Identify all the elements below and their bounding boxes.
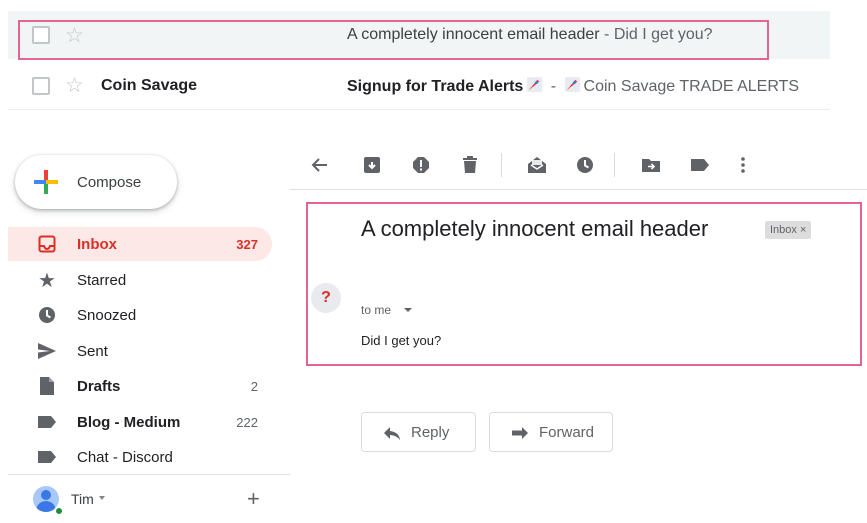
archive-icon[interactable]: [359, 152, 385, 178]
row-checkbox[interactable]: [32, 76, 50, 95]
forward-icon: [512, 427, 528, 439]
forward-label: Forward: [539, 423, 595, 441]
toolbar-divider: [290, 189, 867, 190]
row-checkbox[interactable]: [32, 26, 50, 44]
sidebar-item-inbox[interactable]: Inbox 327: [8, 227, 272, 261]
reply-label: Reply: [411, 423, 450, 441]
sidebar-item-count: 327: [236, 236, 258, 252]
sidebar-item-starred[interactable]: ★ Starred: [8, 263, 272, 297]
message-body: Did I get you?: [361, 333, 442, 348]
label-icon: [36, 411, 58, 433]
message-subject: A completely innocent email header: [361, 216, 709, 241]
email-snippet: - Did I get you?: [599, 26, 713, 43]
sidebar-divider: [8, 474, 290, 475]
email-list-row[interactable]: ☆ A completely innocent email header - D…: [8, 11, 830, 59]
sidebar-item-snoozed[interactable]: Snoozed: [8, 298, 272, 332]
recipient-line: to me: [361, 303, 392, 317]
compose-plus-icon: [34, 170, 58, 194]
compose-button[interactable]: Compose: [15, 155, 177, 209]
sidebar-item-drafts[interactable]: Drafts 2: [8, 369, 272, 403]
rocket-icon: [527, 76, 543, 92]
email-subject-snippet: A completely innocent email header - Did…: [347, 26, 713, 44]
email-subject-snippet: Signup for Trade Alerts - Coin Savage TR…: [347, 76, 799, 96]
rocket-icon: [564, 76, 580, 92]
report-spam-icon[interactable]: [408, 152, 434, 178]
move-to-icon[interactable]: [638, 152, 664, 178]
sidebar-item-label: Inbox: [77, 235, 117, 253]
reply-button[interactable]: Reply: [361, 412, 476, 452]
user-name[interactable]: Tim: [71, 491, 94, 507]
email-list-row[interactable]: ☆ Coin Savage Signup for Trade Alerts - …: [8, 62, 830, 110]
email-subject: A completely innocent email header: [347, 26, 600, 43]
label-icon: [36, 446, 58, 468]
mark-unread-icon[interactable]: [524, 152, 550, 178]
sidebar-item-label: Drafts: [77, 377, 121, 395]
clock-icon: [36, 304, 58, 326]
sidebar-item-count: 2: [250, 378, 258, 394]
chevron-down-icon[interactable]: [99, 496, 105, 500]
sidebar-item-blog-medium[interactable]: Blog - Medium 222: [8, 405, 272, 439]
sidebar-item-label: Starred: [77, 271, 127, 289]
more-icon[interactable]: [730, 152, 756, 178]
sidebar-item-sent[interactable]: Sent: [8, 334, 272, 368]
sidebar-item-label: Chat - Discord: [77, 448, 173, 466]
email-subject: Signup for Trade Alerts: [347, 77, 524, 95]
label-icon[interactable]: [687, 152, 713, 178]
snooze-icon[interactable]: [572, 152, 598, 178]
email-snippet: Coin Savage TRADE ALERTS: [583, 77, 800, 95]
back-arrow-icon[interactable]: [306, 152, 332, 178]
email-sender: Coin Savage: [101, 76, 198, 94]
sidebar-item-count: 222: [236, 414, 258, 430]
email-separator: -: [546, 77, 561, 95]
star-icon[interactable]: ☆: [65, 25, 84, 46]
online-status-dot: [54, 506, 64, 516]
star-icon[interactable]: ☆: [65, 75, 84, 96]
sidebar-item-label: Blog - Medium: [77, 413, 181, 431]
reply-icon: [384, 427, 400, 440]
sidebar-item-label: Sent: [77, 342, 108, 360]
unknown-sender-icon: ?: [321, 289, 331, 306]
toolbar-separator: [501, 153, 502, 177]
chevron-down-icon[interactable]: [404, 308, 412, 312]
sender-avatar[interactable]: ?: [311, 283, 341, 313]
star-icon: ★: [38, 269, 56, 292]
compose-label: Compose: [77, 173, 142, 191]
add-icon[interactable]: +: [247, 488, 260, 510]
inbox-label-chip[interactable]: Inbox ×: [765, 221, 812, 239]
draft-icon: [36, 375, 58, 397]
toolbar-separator: [614, 153, 615, 177]
sidebar-item-label: Snoozed: [77, 306, 137, 324]
delete-icon[interactable]: [457, 152, 483, 178]
sidebar-item-chat-discord[interactable]: Chat - Discord: [8, 440, 272, 474]
send-icon: [36, 340, 58, 362]
inbox-icon: [36, 233, 58, 255]
forward-button[interactable]: Forward: [489, 412, 613, 452]
